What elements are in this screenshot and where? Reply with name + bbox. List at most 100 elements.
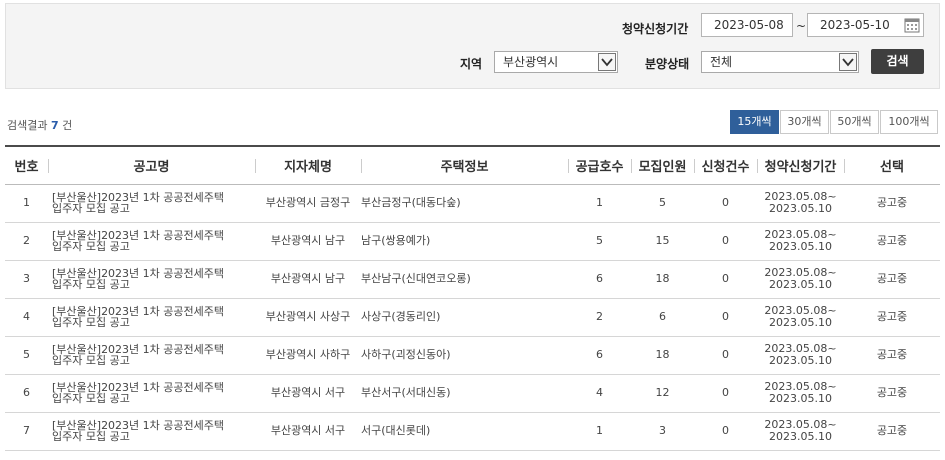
table-row[interactable]: 5 [부산울산]2023년 1차 공공전세주택 입주자 모집 공고 부산광역시 사… [5,336,940,374]
header-period: 청약신청기간 [757,146,844,184]
row-title-link[interactable]: [부산울산]2023년 1차 공공전세주택 입주자 모집 공고 [48,260,255,298]
row-period: 2023.05.08~ 2023.05.10 [764,190,837,215]
row-recruit: 6 [659,310,666,323]
row-apply: 0 [722,386,729,399]
row-supply: 1 [596,424,603,437]
row-gov: 부산광역시 금정구 [265,196,351,209]
row-no: 1 [23,196,30,209]
row-house: 부산남구(신대연코오롱) [361,272,471,285]
row-gov: 부산광역시 사상구 [265,310,351,323]
row-recruit: 18 [655,272,670,285]
row-apply: 0 [722,348,729,361]
table-row[interactable]: 2 [부산울산]2023년 1차 공공전세주택 입주자 모집 공고 부산광역시 남… [5,222,940,260]
row-recruit: 12 [655,386,670,399]
row-status: 공고중 [876,310,908,323]
row-house: 사하구(괴정신동아) [361,348,451,361]
row-house: 부산서구(서대신동) [361,386,451,399]
row-period: 2023.05.08~ 2023.05.10 [764,304,837,329]
row-gov: 부산광역시 남구 [270,272,346,285]
row-title-link[interactable]: [부산울산]2023년 1차 공공전세주택 입주자 모집 공고 [48,222,255,260]
page-size-50[interactable]: 50개씩 [830,110,879,134]
row-apply: 0 [722,196,729,209]
row-no: 3 [23,272,30,285]
row-status: 공고중 [876,348,908,361]
chevron-down-icon [598,53,616,71]
header-select: 선택 [844,146,940,184]
announcement-table: 번호 공고명 지자체명 주택정보 공급호수 모집인원 신청건수 청약신청기간 선… [5,145,940,451]
row-title-link[interactable]: [부산울산]2023년 1차 공공전세주택 입주자 모집 공고 [48,184,255,222]
row-recruit: 5 [659,196,666,209]
row-gov: 부산광역시 서구 [270,424,346,437]
header-house: 주택정보 [361,146,568,184]
row-supply: 4 [596,386,603,399]
page-size-15[interactable]: 15개씩 [730,110,779,134]
row-period: 2023.05.08~ 2023.05.10 [764,266,837,291]
row-no: 4 [23,310,30,323]
row-period: 2023.05.08~ 2023.05.10 [764,342,837,367]
table-row[interactable]: 3 [부산울산]2023년 1차 공공전세주택 입주자 모집 공고 부산광역시 남… [5,260,940,298]
region-select[interactable]: 부산광역시 [494,51,618,73]
row-gov: 부산광역시 사하구 [265,348,351,361]
row-status: 공고중 [876,424,908,437]
row-title-link[interactable]: [부산울산]2023년 1차 공공전세주택 입주자 모집 공고 [48,412,255,450]
table-header-row: 번호 공고명 지자체명 주택정보 공급호수 모집인원 신청건수 청약신청기간 선… [5,146,940,184]
row-no: 7 [23,424,30,437]
row-title-link[interactable]: [부산울산]2023년 1차 공공전세주택 입주자 모집 공고 [48,298,255,336]
row-recruit: 15 [655,234,670,247]
row-gov: 부산광역시 서구 [270,386,346,399]
result-prefix: 검색결과 [7,119,48,132]
header-no: 번호 [14,159,39,175]
search-button[interactable]: 검색 [871,49,924,74]
result-count: 7 [50,119,59,132]
row-house: 남구(쌍용예가) [361,234,431,247]
row-apply: 0 [722,424,729,437]
date-separator: ~ [796,19,807,33]
search-result-count: 검색결과 7 건 [7,117,72,133]
region-label: 지역 [460,57,483,71]
page-size-100[interactable]: 100개씩 [880,110,938,134]
row-no: 6 [23,386,30,399]
row-recruit: 18 [655,348,670,361]
search-filter-panel [5,3,940,89]
table-row[interactable]: 6 [부산울산]2023년 1차 공공전세주택 입주자 모집 공고 부산광역시 서… [5,374,940,412]
row-period: 2023.05.08~ 2023.05.10 [764,380,837,405]
row-title-link[interactable]: [부산울산]2023년 1차 공공전세주택 입주자 모집 공고 [48,336,255,374]
table-row[interactable]: 4 [부산울산]2023년 1차 공공전세주택 입주자 모집 공고 부산광역시 사… [5,298,940,336]
row-apply: 0 [722,272,729,285]
header-title: 공고명 [48,146,255,184]
table-row[interactable]: 7 [부산울산]2023년 1차 공공전세주택 입주자 모집 공고 부산광역시 서… [5,412,940,450]
row-period: 2023.05.08~ 2023.05.10 [764,418,837,443]
row-supply: 1 [596,196,603,209]
row-house: 사상구(경동리인) [361,310,441,323]
row-status: 공고중 [876,272,908,285]
status-select[interactable]: 전체 [701,51,859,73]
row-apply: 0 [722,234,729,247]
row-gov: 부산광역시 남구 [270,234,346,247]
header-gov: 지자체명 [255,146,361,184]
row-supply: 2 [596,310,603,323]
result-suffix: 건 [62,119,73,132]
row-supply: 5 [596,234,603,247]
status-label: 분양상태 [645,57,690,71]
row-no: 5 [23,348,30,361]
row-house: 서구(대신롯데) [361,424,431,437]
region-select-value: 부산광역시 [503,55,559,69]
row-recruit: 3 [659,424,666,437]
row-status: 공고중 [876,196,908,209]
row-supply: 6 [596,348,603,361]
date-to-value: 2023-05-10 [820,18,890,32]
row-period: 2023.05.08~ 2023.05.10 [764,228,837,253]
page-size-30[interactable]: 30개씩 [780,110,829,134]
date-from-input[interactable]: 2023-05-08 [701,13,793,37]
status-select-value: 전체 [710,55,733,69]
calendar-icon[interactable] [903,16,921,34]
row-no: 2 [23,234,30,247]
table-row[interactable]: 1 [부산울산]2023년 1차 공공전세주택 입주자 모집 공고 부산광역시 금… [5,184,940,222]
date-to-input[interactable]: 2023-05-10 [807,13,924,37]
header-recruit: 모집인원 [631,146,694,184]
header-supply: 공급호수 [568,146,631,184]
chevron-down-icon [839,53,857,71]
row-status: 공고중 [876,234,908,247]
header-apply: 신청건수 [694,146,757,184]
row-title-link[interactable]: [부산울산]2023년 1차 공공전세주택 입주자 모집 공고 [48,374,255,412]
